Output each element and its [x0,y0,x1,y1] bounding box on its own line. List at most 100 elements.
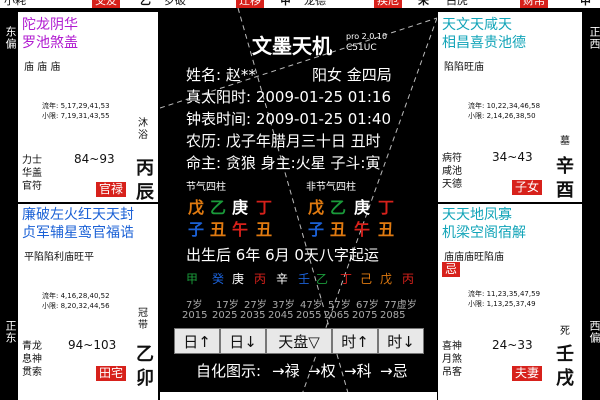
top-palace-tag[interactable]: 迁移 [236,0,264,8]
palace-gan: 壬 [556,344,574,365]
top-palace-tag[interactable]: 财帛 [520,0,548,8]
palace-you[interactable]: 天文天咸天 相昌喜贵池德 陷陷旺庙 流年: 10,22,34,46,58 小限:… [438,12,582,202]
true-solar-time: 真太阳时: 2009-01-25 01:16 [186,88,391,106]
minor-star: 咸池 [442,166,462,177]
top-zhi: 未 [418,0,429,7]
minor-star: 力士 [22,155,42,166]
changsheng: 死 [560,326,570,337]
palace-chen[interactable]: 陀龙阴华 罗池煞盖 庙 庙 庙 流年: 5,17,29,41,53 小限: 7,… [18,12,158,202]
dayun-year: 2015 [182,310,208,321]
palace-zhi: 戌 [556,368,574,389]
palace-mao[interactable]: 廉破左火红天天封 贞军辅星鸾官福诰 平陷陷利庙旺平 流年: 4,16,28,40… [18,204,158,392]
palace-stars: 廉破左火红天天封 贞军辅星鸾官福诰 [22,206,134,242]
palace-zhi: 卯 [136,368,154,389]
brightness-row: 庙 庙 庙 [24,62,61,73]
pillar-zhi: 子 [308,220,325,239]
dayun-year: 2085 [380,310,406,321]
brightness-row: 陷陷旺庙 [444,62,484,73]
palace-xu[interactable]: 天天地凤寡 机梁空阁宿解 庙庙庙旺陷庙 忌 流年: 11,23,35,47,59… [438,204,582,392]
minor-stars: 青龙 息神 贯索 [22,340,42,379]
minor-star: 息神 [22,354,42,365]
lunar-date: 农历: 戊子年腊月三十日 丑时 [186,132,381,150]
dayun-range: 24~33 [492,338,533,352]
pillar-gan: 庚 [354,198,371,217]
dayun-age: 47岁 [300,300,323,311]
top-zhi: 申 [580,0,591,7]
minor-star: 青龙 [22,341,42,352]
pillar-gan: 庚 [232,198,249,217]
dayun-age: 37岁 [272,300,295,311]
star-row-1: 廉破左火红天天封 [22,207,134,223]
changsheng: 墓 [560,136,570,147]
clock-time: 钟表时间: 2009-01-25 01:40 [186,110,391,128]
palace-name-tag[interactable]: 田宅 [96,366,127,381]
minor-star: 贯索 [22,367,42,378]
day-down-button[interactable]: 日↓ [220,328,266,354]
pillar-gan: 丁 [256,198,273,217]
hour-down-button[interactable]: 时↓ [378,328,424,354]
tianpan-dropdown[interactable]: 天盘▽ [266,328,332,354]
dayun-gan: 癸 [212,272,225,286]
star-row-1: 陀龙阴华 [22,17,78,33]
bottom-palace-strip-left [18,392,158,400]
zihua-ke: →科 [344,362,372,380]
star-row-2: 相昌喜贵池德 [442,35,526,51]
pillar-zhi: 子 [188,220,205,239]
dayun-age: 57岁 [328,300,351,311]
bottom-palace-strip-center [160,392,437,400]
star-row-1: 天天地凤寡 [442,207,512,223]
minor-stars: 力士 华盖 官符 [22,154,42,193]
palace-zhi: 酉 [556,180,574,201]
minor-stars: 喜神 月煞 吊客 [442,340,462,379]
palace-stars: 天文天咸天 相昌喜贵池德 [442,16,526,52]
palace-stars: 天天地凤寡 机梁空阁宿解 [442,206,526,242]
changsheng: 沐浴 [138,118,148,141]
ziwei-chart: 小耗 交友 乙 岁破 迁移 甲 龙德 疾厄 未 白虎 财帛 申 东偏 正西 正东… [0,0,600,400]
top-label: 白虎 [446,0,468,7]
dayun-year: 2035 [240,310,266,321]
top-palace-strip: 小耗 交友 乙 岁破 迁移 甲 龙德 疾厄 未 白虎 财帛 申 [0,0,600,8]
top-gan: 甲 [280,0,291,7]
palace-gan: 乙 [136,344,154,365]
dayun-gan: 己 [360,272,373,286]
day-up-button[interactable]: 日↑ [174,328,220,354]
star-row-2: 机梁空阁宿解 [442,225,526,241]
direction-label: 正东 [4,320,17,344]
minor-star: 官符 [22,181,42,192]
palace-name-tag[interactable]: 夫妻 [512,366,543,381]
top-label: 岁破 [164,0,186,7]
dayun-age: 77虚岁 [384,300,417,311]
dayun-gan: 壬 [298,272,311,286]
xiaoxian: 小限: 2,14,26,38,50 [468,112,536,120]
dayun-year: 2025 [212,310,238,321]
top-palace-tag[interactable]: 疾厄 [374,0,402,8]
ming-zhu: 命主: 贪狼 身主:火星 子斗:寅 [186,154,381,172]
star-row-2: 罗池煞盖 [22,35,78,51]
dayun-age: 27岁 [244,300,267,311]
pillar-gan: 乙 [330,198,347,217]
dayun-range: 94~103 [68,338,117,352]
hour-up-button[interactable]: 时↑ [332,328,378,354]
palace-stars: 陀龙阴华 罗池煞盖 [22,16,78,52]
app-build: C51UC [346,43,377,53]
top-label: 龙德 [304,0,326,7]
palace-name-tag[interactable]: 官禄 [96,182,127,197]
palace-gan: 辛 [556,156,574,177]
fei-jieqi-label: 非节气四柱 [306,182,356,193]
top-palace-tag[interactable]: 交友 [92,0,120,8]
xiaoxian: 小限: 7,19,31,43,55 [42,112,110,120]
liunian: 流年: 11,23,35,47,59 [468,290,541,298]
top-label: 小耗 [4,0,26,7]
palace-zhi: 辰 [136,182,154,202]
palace-name-tag[interactable]: 子女 [512,180,543,195]
name-line: 姓名: 赵** [186,66,256,84]
star-row-2: 贞军辅星鸾官福诰 [22,225,134,241]
app-version: pro 2.0.10 [346,32,388,41]
minor-star: 天德 [442,179,462,190]
liunian: 流年: 5,17,29,41,53 [42,102,110,110]
pillar-gan: 戊 [308,198,325,217]
pillar-zhi: 丑 [330,220,347,239]
app-title: 文墨天机 [252,34,332,58]
changsheng: 冠带 [138,308,148,331]
pillar-gan: 乙 [210,198,227,217]
